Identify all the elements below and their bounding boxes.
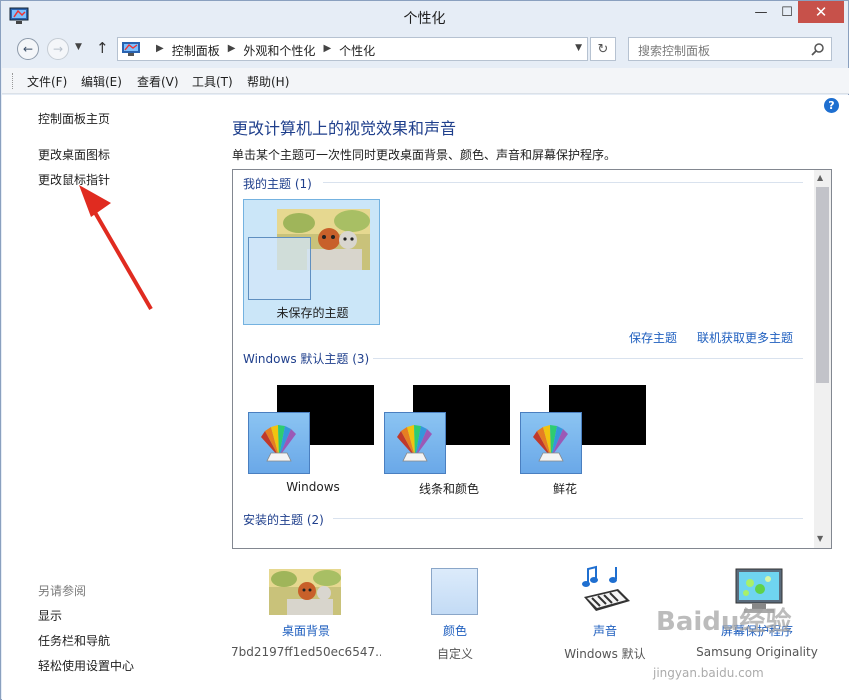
installed-themes-header[interactable]: 安装的主题 (2) (243, 511, 324, 528)
theme-tile-flowers[interactable]: 鲜花 (515, 385, 646, 496)
up-button[interactable]: ↑ (96, 39, 109, 57)
page-title: 更改计算机上的视觉效果和声音 (232, 119, 457, 138)
menu-view[interactable]: 查看(V) (137, 73, 179, 90)
breadcrumb-separator-icon[interactable]: ▶ (156, 43, 164, 60)
ease-of-access-link[interactable]: 轻松使用设置中心 (38, 657, 134, 674)
color-swatch-icon (431, 568, 478, 615)
theme-list-scrollbar[interactable]: ▲ ▼ (814, 170, 831, 548)
sound-value: Windows 默认 (564, 647, 646, 661)
change-desktop-icons-link[interactable]: 更改桌面图标 (38, 146, 110, 163)
color-fan-icon (397, 425, 432, 462)
display-link[interactable]: 显示 (38, 607, 62, 624)
recent-locations-dropdown[interactable]: ▼ (75, 42, 82, 52)
breadcrumb-separator-icon[interactable]: ▶ (323, 43, 331, 60)
menu-edit[interactable]: 编辑(E) (81, 73, 122, 90)
color-value: 自定义 (436, 647, 473, 661)
scroll-thumb[interactable] (816, 187, 829, 383)
annotation-arrow (79, 185, 153, 311)
default-themes-header[interactable]: Windows 默认主题 (3) (243, 350, 369, 367)
theme-name: 线条和颜色 (418, 482, 479, 496)
page-description: 单击某个主题可一次性同时更改桌面背景、颜色、声音和屏幕保护程序。 (232, 148, 617, 162)
breadcrumb-item[interactable]: 外观和个性化 (243, 42, 315, 59)
desktop-background-thumbnail (269, 569, 341, 615)
theme-list: 我的主题 (1) 未保存的主题 保存主题 联机获取更多主题 Windows 默认… (232, 169, 832, 549)
screen-saver-value: Samsung Originality (696, 645, 818, 659)
color-label: 颜色 (442, 624, 467, 638)
forward-arrow-icon: → (52, 42, 64, 56)
section-divider (373, 358, 803, 359)
search-placeholder: 搜索控制面板 (638, 44, 711, 58)
color-fan-icon (261, 425, 296, 462)
close-button[interactable]: ✕ (798, 1, 844, 23)
breadcrumb: ▶ 控制面板 ▶ 外观和个性化 ▶ 个性化 (148, 42, 375, 59)
get-more-themes-link[interactable]: 联机获取更多主题 (697, 329, 793, 346)
control-panel-home-link[interactable]: 控制面板主页 (38, 110, 110, 127)
color-setting[interactable]: 颜色 自定义 (380, 565, 530, 665)
address-bar[interactable]: ▶ 控制面板 ▶ 外观和个性化 ▶ 个性化 ▼ (117, 37, 588, 61)
search-icon[interactable] (811, 42, 825, 56)
watermark-url: jingyan.baidu.com (653, 666, 764, 680)
back-arrow-icon: ← (22, 42, 34, 56)
navigation-bar: ← → ▼ ↑ ▶ 控制面板 ▶ 外观和个性化 ▶ 个性化 ▼ ↻ 搜索控制面板 (7, 35, 843, 63)
chevron-down-icon: ▼ (75, 42, 82, 52)
address-dropdown-button[interactable]: ▼ (575, 43, 582, 53)
theme-name: Windows (286, 480, 340, 494)
minimize-icon: — (754, 4, 768, 20)
refresh-button[interactable]: ↻ (590, 37, 616, 61)
search-input[interactable]: 搜索控制面板 (628, 37, 832, 61)
menu-grip (12, 73, 14, 89)
taskbar-navigation-link[interactable]: 任务栏和导航 (38, 632, 110, 649)
theme-name: 鲜花 (552, 482, 577, 496)
theme-color-preview (520, 412, 582, 474)
menu-bar: 文件(F) 编辑(E) 查看(V) 工具(T) 帮助(H) (2, 68, 849, 94)
theme-color-preview (248, 412, 310, 474)
breadcrumb-item[interactable]: 个性化 (339, 42, 375, 59)
menu-help[interactable]: 帮助(H) (247, 73, 289, 90)
menu-tools[interactable]: 工具(T) (192, 73, 233, 90)
theme-color-preview (384, 412, 446, 474)
see-also-heading: 另请参阅 (38, 584, 87, 598)
window: 个性化 — ☐ ✕ ← → ▼ ↑ ▶ 控制面板 ▶ 外观和个性化 ▶ 个性化 … (0, 0, 849, 700)
theme-tile-windows[interactable]: Windows (243, 385, 374, 494)
watermark-logo: Baidu经验 (656, 607, 792, 637)
menu-file[interactable]: 文件(F) (27, 73, 67, 90)
sound-icon (582, 565, 630, 611)
section-divider (333, 518, 803, 519)
close-icon: ✕ (814, 3, 828, 21)
control-panel-icon (122, 42, 140, 56)
desktop-background-setting[interactable]: 桌面背景 7bd2197ff1ed50ec6547... (231, 565, 381, 665)
color-fan-icon (533, 425, 568, 462)
unsaved-theme-label: 未保存的主题 (276, 306, 349, 320)
chevron-down-icon: ▼ (575, 43, 582, 53)
title-bar: 个性化 — ☐ ✕ (1, 1, 848, 33)
up-arrow-icon: ↑ (96, 39, 109, 57)
color-swatch-overlay (248, 237, 311, 300)
breadcrumb-item[interactable]: 控制面板 (172, 42, 220, 59)
maximize-icon: ☐ (781, 4, 793, 20)
desktop-background-label: 桌面背景 (281, 624, 330, 638)
theme-tile-lines-and-colors[interactable]: 线条和颜色 (379, 385, 510, 496)
back-button[interactable]: ← (17, 38, 39, 60)
desktop-background-value: 7bd2197ff1ed50ec6547... (231, 645, 381, 659)
refresh-icon: ↻ (597, 41, 609, 57)
unsaved-theme-tile[interactable]: 未保存的主题 (243, 199, 380, 325)
breadcrumb-separator-icon[interactable]: ▶ (228, 43, 236, 60)
save-theme-link[interactable]: 保存主题 (629, 329, 677, 346)
scroll-up-icon[interactable]: ▲ (817, 173, 823, 182)
section-divider (323, 182, 803, 183)
help-icon[interactable]: ? (824, 98, 839, 113)
scroll-down-icon[interactable]: ▼ (817, 534, 823, 543)
my-themes-header[interactable]: 我的主题 (1) (243, 175, 312, 192)
forward-button[interactable]: → (47, 38, 69, 60)
window-title: 个性化 (403, 11, 446, 27)
